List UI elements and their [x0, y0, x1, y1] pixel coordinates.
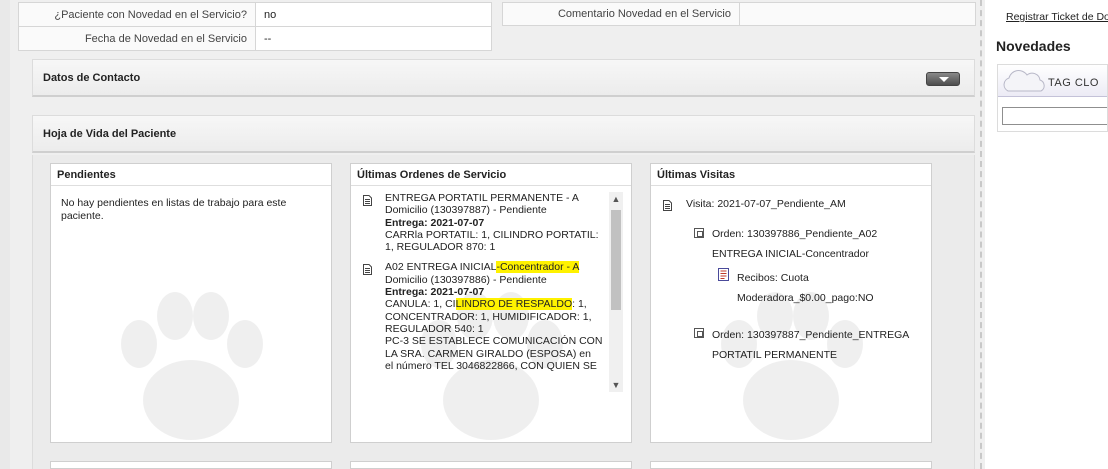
visita-link[interactable]: Visita: 2021-07-07_Pendiente_AM	[686, 198, 846, 210]
lower-panel-center	[350, 461, 632, 469]
document-icon	[663, 200, 672, 211]
visitas-panel: Últimas Visitas Visita: 2021-07-07_Pendi…	[650, 163, 932, 443]
novedad-label: ¿Paciente con Novedad en el Servicio?	[18, 2, 256, 27]
document-icon	[363, 195, 372, 206]
orden-1-link[interactable]: Orden: 130397886_Pendiente_A02	[712, 228, 877, 240]
recibo-desc: Moderadora_$0.00_pago:NO	[737, 292, 874, 304]
tag-search-input[interactable]	[1002, 107, 1107, 125]
ordenes-list[interactable]: ENTREGA PORTATIL PERMANENTE - A Domicili…	[359, 192, 623, 392]
order-item[interactable]: A02 ENTREGA INICIAL-Concentrador - A Dom…	[359, 261, 623, 372]
orden-2-link[interactable]: Orden: 130397887_Pendiente_ENTREGA	[712, 329, 909, 341]
hoja-vida-title: Hoja de Vida del Paciente	[43, 128, 177, 140]
scroll-down-icon[interactable]: ▼	[609, 378, 623, 392]
column-divider	[980, 0, 982, 469]
scroll-up-icon[interactable]: ▲	[609, 192, 623, 206]
novedades-heading: Novedades	[996, 38, 1071, 54]
order-node-icon	[694, 228, 704, 238]
fecha-novedad-label: Fecha de Novedad en el Servicio	[18, 26, 256, 51]
pendientes-title: Pendientes	[57, 169, 116, 181]
scroll-thumb[interactable]	[611, 210, 621, 310]
pendientes-panel: Pendientes No hay pendientes en listas d…	[50, 163, 332, 443]
novedad-table: ¿Paciente con Novedad en el Servicio? no…	[18, 2, 492, 51]
paw-watermark-icon	[121, 292, 263, 440]
tag-cloud-header: TAG CLO	[998, 65, 1107, 97]
comentario-novedad: Comentario Novedad en el Servicio	[502, 2, 976, 26]
ordenes-title: Últimas Ordenes de Servicio	[357, 169, 507, 181]
recibo-link[interactable]: Recibos: Cuota	[737, 272, 809, 284]
ordenes-panel: Últimas Ordenes de Servicio ENTREGA PORT…	[350, 163, 632, 443]
tag-cloud-widget: TAG CLO	[997, 64, 1108, 132]
order-node-icon	[694, 328, 704, 338]
registrar-ticket-link[interactable]: Registrar Ticket de Do	[1006, 11, 1108, 23]
order-item[interactable]: ENTREGA PORTATIL PERMANENTE - A Domicili…	[359, 192, 623, 253]
expand-toggle-button[interactable]	[926, 72, 960, 86]
cloud-icon	[1003, 70, 1045, 92]
highlight-mark: LINDRO DE RESPALDO	[455, 298, 573, 311]
comentario-label: Comentario Novedad en el Servicio	[503, 3, 740, 25]
lower-panel-left	[50, 461, 332, 469]
orden-2-desc: PORTATIL PERMANENTE	[712, 349, 838, 361]
pendientes-text: No hay pendientes en listas de trabajo p…	[61, 197, 287, 222]
visitas-title: Últimas Visitas	[657, 169, 736, 181]
novedad-value: no	[255, 2, 492, 27]
tag-cloud-label: TAG CLO	[1048, 77, 1099, 89]
left-margin	[0, 0, 10, 469]
receipt-icon	[718, 268, 729, 281]
datos-contacto-header[interactable]: Datos de Contacto	[32, 59, 975, 97]
datos-contacto-title: Datos de Contacto	[43, 72, 141, 84]
document-icon	[363, 264, 372, 276]
ordenes-scrollbar[interactable]: ▲ ▼	[609, 192, 623, 392]
fecha-novedad-value: --	[255, 26, 492, 51]
highlight-mark: -Concentrador - A	[496, 261, 580, 274]
lower-panel-right	[650, 461, 932, 469]
hoja-vida-header: Hoja de Vida del Paciente	[32, 115, 975, 153]
orden-1-desc: ENTREGA INICIAL-Concentrador	[712, 248, 869, 260]
